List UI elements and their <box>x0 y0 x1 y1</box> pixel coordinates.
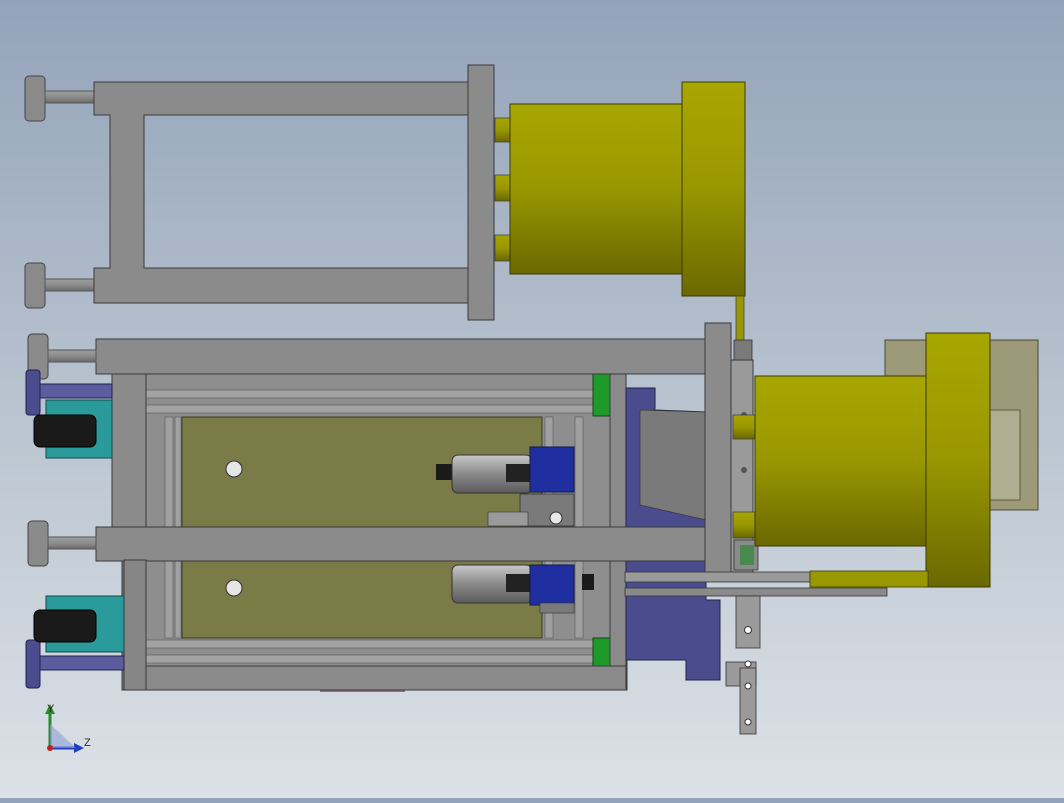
rail-bot-1 <box>145 639 597 649</box>
bracket-hole-1 <box>744 626 752 634</box>
bracket-hole-4 <box>744 718 752 726</box>
bottom-beam <box>129 665 627 691</box>
motor-gear-lower <box>506 574 532 592</box>
triad-origin <box>47 745 53 751</box>
top-cylinder-assembly <box>494 81 746 347</box>
right-cylinder-flange <box>925 332 991 588</box>
tan-motor-inset <box>989 409 1021 501</box>
left-post <box>111 373 147 528</box>
post-left-2 <box>174 416 182 528</box>
motor-cap-lower <box>582 574 594 590</box>
green-block-top <box>592 373 611 417</box>
bracket-hole-3 <box>744 682 752 690</box>
r-cyl-stud-1 <box>732 414 756 440</box>
blue-knob-lower <box>25 639 41 689</box>
rod-3 <box>47 349 97 363</box>
left-hardware <box>25 333 125 689</box>
blue-shaft-lower <box>39 655 125 671</box>
blue-shaft-upper <box>39 383 113 399</box>
post-left-1 <box>164 416 174 528</box>
guide-green <box>740 545 754 565</box>
blue-knob-upper <box>25 369 41 416</box>
axis-triad: Y Z <box>45 703 91 753</box>
post-left-3 <box>164 559 174 639</box>
main-frame-assembly <box>95 338 721 692</box>
panel-hole-upper <box>225 460 243 478</box>
slide-rail-1 <box>624 571 811 583</box>
gray-wedge <box>639 409 707 521</box>
motor-dial <box>549 511 563 525</box>
rail-bot-2 <box>145 654 597 664</box>
top-knob-1 <box>24 75 46 122</box>
slide-rail-2 <box>624 587 888 597</box>
middle-beam <box>95 526 709 562</box>
rod-4 <box>47 536 97 550</box>
z-axis-label: Z <box>84 737 91 749</box>
r-cyl-stud-2 <box>732 511 756 539</box>
y-axis-label: Y <box>47 703 55 715</box>
panel-hole-lower <box>225 579 243 597</box>
post-right-4 <box>574 559 584 639</box>
top-cylinder-link <box>735 295 745 347</box>
motor-cap-upper <box>436 464 454 480</box>
lower-bracket <box>735 595 761 649</box>
top-cylinder-body <box>509 103 685 275</box>
wheel-upper <box>33 414 97 448</box>
rail-top-2 <box>145 404 597 414</box>
motor-mount-lower <box>539 602 575 614</box>
wheel-lower <box>33 609 97 643</box>
top-cylinder-flange <box>681 81 746 297</box>
top-end-plate <box>467 64 495 321</box>
guide-nut-top <box>733 339 753 361</box>
top-frame-body <box>93 81 471 304</box>
post-left-4 <box>174 559 182 639</box>
motor-plate-upper <box>487 511 529 527</box>
top-rod-1 <box>44 90 96 104</box>
knob-4 <box>27 520 49 567</box>
right-cylinder-body <box>754 375 931 547</box>
left-post-lower <box>123 559 147 691</box>
top-knob-2 <box>24 262 46 309</box>
motor-block-upper <box>529 446 575 493</box>
right-vertical-plate <box>704 322 732 580</box>
right-cylinder-assembly <box>732 332 1039 588</box>
rail-top-1 <box>145 389 597 399</box>
cad-viewport[interactable]: Y Z <box>0 0 1064 798</box>
post-right-2 <box>574 416 584 528</box>
motor-block-lower <box>529 564 575 606</box>
top-rod-2 <box>44 278 96 292</box>
top-clamp-frame <box>24 64 495 321</box>
guide-bolt-2 <box>741 467 747 473</box>
bracket-hole-2 <box>744 660 752 668</box>
top-beam <box>95 338 709 375</box>
right-cylinder-bracket <box>809 570 929 588</box>
triad-plane <box>50 724 76 748</box>
motor-gear-upper <box>506 464 532 482</box>
